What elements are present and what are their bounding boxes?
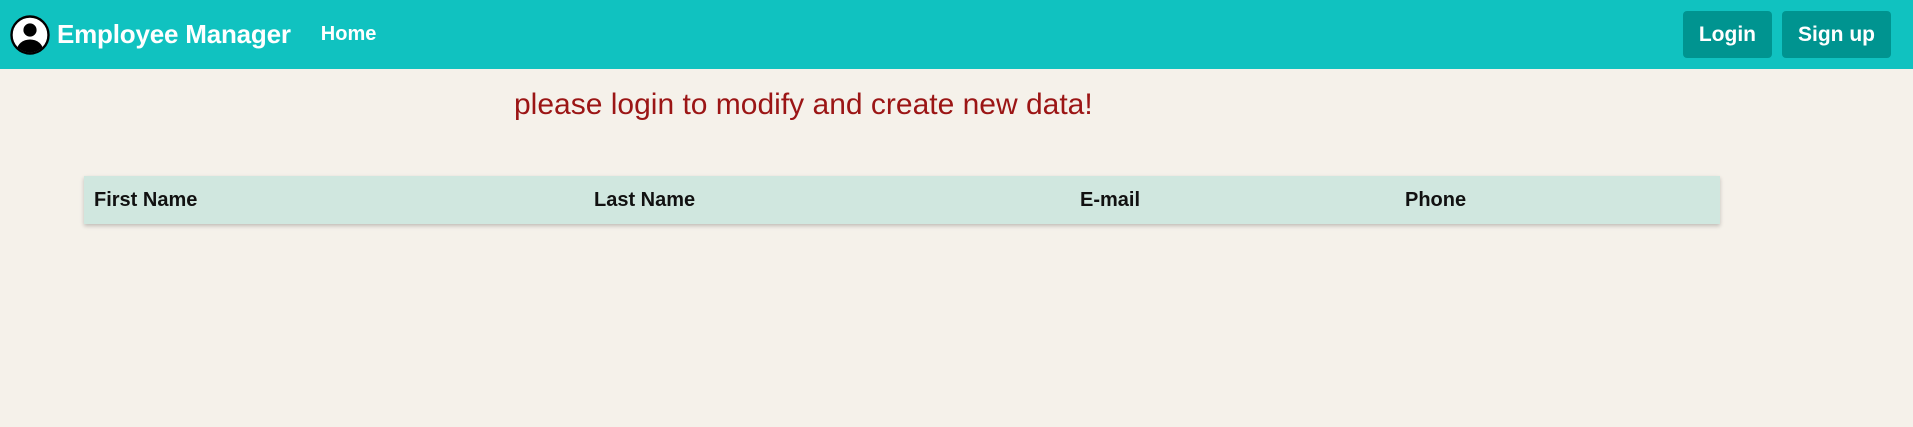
- column-header-phone: Phone: [1405, 188, 1467, 211]
- login-notice: please login to modify and create new da…: [514, 88, 1093, 121]
- column-header-email: E-mail: [1080, 188, 1141, 211]
- table-header-row: First Name Last Name E-mail Phone: [84, 176, 1720, 224]
- signup-button[interactable]: Sign up: [1782, 11, 1891, 58]
- employee-table: First Name Last Name E-mail Phone: [84, 176, 1720, 224]
- navbar: Employee Manager Home Login Sign up: [0, 0, 1913, 69]
- login-button[interactable]: Login: [1682, 11, 1772, 58]
- brand-link[interactable]: Employee Manager: [10, 14, 291, 55]
- employee-table-container: First Name Last Name E-mail Phone: [84, 176, 1720, 224]
- auth-buttons: Login Sign up: [1682, 11, 1891, 58]
- column-header-last-name: Last Name: [594, 188, 696, 211]
- brand-title: Employee Manager: [57, 19, 291, 49]
- user-circle-icon: [10, 14, 50, 55]
- nav-home-link[interactable]: Home: [321, 23, 377, 46]
- table-header: First Name Last Name E-mail Phone: [84, 176, 1720, 224]
- column-header-first-name: First Name: [94, 188, 198, 211]
